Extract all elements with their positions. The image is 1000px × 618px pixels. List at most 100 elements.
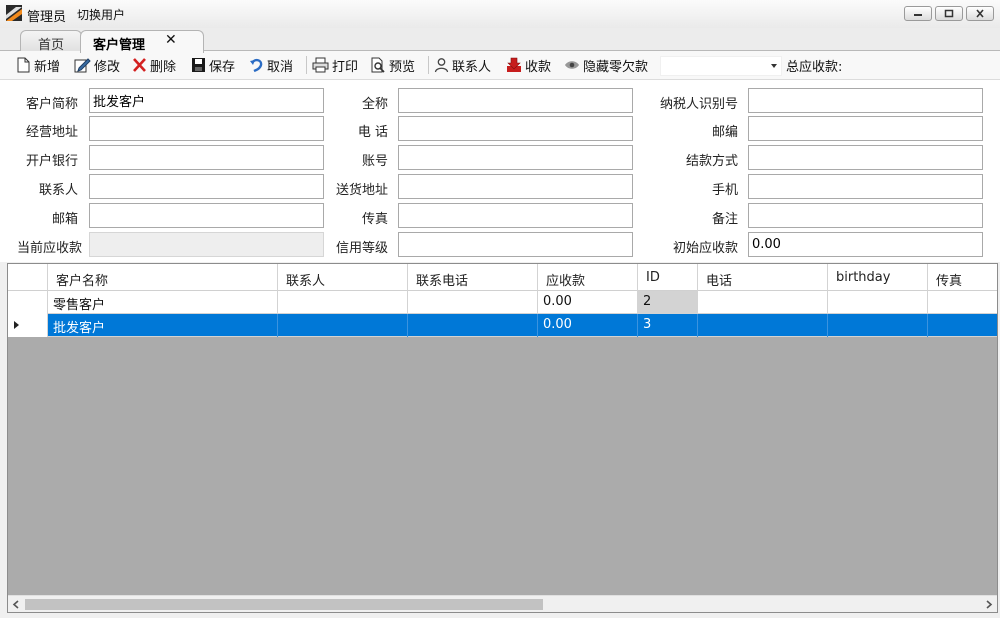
- dropdown-arrow-icon[interactable]: [771, 64, 777, 68]
- delete-button[interactable]: 删除: [132, 55, 176, 75]
- table-row[interactable]: 零售客户 0.00 2: [8, 291, 997, 314]
- cell-birthday[interactable]: [828, 314, 928, 337]
- account-input[interactable]: [398, 145, 633, 170]
- column-header-birthday[interactable]: birthday: [828, 264, 928, 291]
- title-bar: 管理员 切换用户: [0, 0, 1000, 28]
- cell-phone[interactable]: [698, 291, 828, 314]
- short-name-input[interactable]: [89, 88, 324, 113]
- cancel-button[interactable]: 取消: [249, 55, 293, 75]
- contact-label: 联系人: [38, 183, 78, 198]
- settlement-input[interactable]: [748, 145, 983, 170]
- initial-receivable-input[interactable]: [748, 232, 983, 257]
- filter-combobox[interactable]: [660, 56, 782, 76]
- email-input[interactable]: [89, 203, 324, 228]
- cell-contact[interactable]: [278, 314, 408, 337]
- cell-phone[interactable]: [698, 314, 828, 337]
- credit-level-input[interactable]: [398, 232, 633, 257]
- postcode-label: 邮编: [711, 125, 738, 140]
- customer-form: 客户简称 全称 纳税人识别号 经营地址 电 话 邮编 开户银行 账号 结款方式 …: [0, 80, 1000, 262]
- new-button[interactable]: 新增: [16, 55, 60, 75]
- close-window-button[interactable]: [966, 6, 994, 21]
- hide-zero-label: 隐藏零欠款: [583, 59, 649, 75]
- edit-button[interactable]: 修改: [74, 55, 120, 75]
- cell-receivable[interactable]: 0.00: [538, 314, 638, 337]
- tab-label: 客户管理: [93, 38, 146, 53]
- bank-label: 开户银行: [25, 154, 78, 169]
- maximize-button[interactable]: [935, 6, 963, 21]
- fax-label: 传真: [361, 212, 388, 227]
- short-name-label: 客户简称: [25, 97, 78, 112]
- row-header[interactable]: [8, 291, 48, 314]
- column-header-contact[interactable]: 联系人: [278, 264, 408, 291]
- download-icon: [507, 57, 521, 72]
- minimize-button[interactable]: [904, 6, 932, 21]
- tab-close-icon[interactable]: ✕: [165, 32, 177, 48]
- cell-contact[interactable]: [278, 291, 408, 314]
- contacts-button[interactable]: 联系人: [434, 55, 491, 75]
- tax-id-label: 纳税人识别号: [659, 97, 738, 112]
- cell-contact-phone[interactable]: [408, 314, 538, 337]
- column-header-id[interactable]: ID: [638, 264, 698, 291]
- cell-receivable[interactable]: 0.00: [538, 291, 638, 314]
- scroll-left-arrow-icon: [12, 600, 19, 609]
- cell-fax[interactable]: [928, 291, 997, 314]
- table-row-selected[interactable]: 批发客户 0.00 3: [8, 314, 997, 337]
- cell-contact-phone[interactable]: [408, 291, 538, 314]
- bank-input[interactable]: [89, 145, 324, 170]
- phone-input[interactable]: [398, 116, 633, 141]
- column-header-fax[interactable]: 传真: [928, 264, 997, 291]
- close-icon: [976, 9, 984, 18]
- full-name-input[interactable]: [398, 88, 633, 113]
- customer-grid[interactable]: 客户名称 联系人 联系电话 应收款 ID 电话 birthday 传真 零售客户…: [7, 263, 998, 613]
- address-label: 经营地址: [25, 125, 78, 140]
- tab-strip: 首页 客户管理 ✕: [0, 28, 1000, 53]
- preview-label: 预览: [389, 59, 416, 75]
- note-input[interactable]: [748, 203, 983, 228]
- delivery-address-input[interactable]: [398, 174, 633, 199]
- fax-input[interactable]: [398, 203, 633, 228]
- horizontal-scrollbar[interactable]: [8, 595, 997, 612]
- cell-customer-name[interactable]: 批发客户: [48, 314, 278, 337]
- tab-home[interactable]: 首页: [20, 30, 82, 53]
- tax-id-input[interactable]: [748, 88, 983, 113]
- eye-icon: [565, 61, 579, 69]
- postcode-input[interactable]: [748, 116, 983, 141]
- address-input[interactable]: [89, 116, 324, 141]
- cell-id[interactable]: 3: [638, 314, 698, 337]
- row-header[interactable]: [8, 314, 48, 337]
- cell-fax[interactable]: [928, 314, 997, 337]
- print-preview-icon: [371, 57, 385, 73]
- save-icon: [192, 58, 205, 72]
- hide-zero-debt-button[interactable]: 隐藏零欠款: [564, 55, 648, 75]
- receive-payment-button[interactable]: 收款: [506, 55, 551, 75]
- cell-id[interactable]: 2: [638, 291, 698, 314]
- scroll-thumb[interactable]: [25, 599, 543, 610]
- scroll-left-button[interactable]: [8, 596, 25, 613]
- print-button[interactable]: 打印: [312, 55, 358, 75]
- cancel-label: 取消: [267, 59, 294, 75]
- settlement-label: 结款方式: [685, 154, 738, 169]
- full-name-label: 全称: [361, 97, 388, 112]
- save-button[interactable]: 保存: [191, 55, 235, 75]
- preview-button[interactable]: 预览: [370, 55, 415, 75]
- grid-header: 客户名称 联系人 联系电话 应收款 ID 电话 birthday 传真: [8, 264, 997, 291]
- email-label: 邮箱: [51, 212, 78, 227]
- cell-birthday[interactable]: [828, 291, 928, 314]
- minimize-icon: [914, 14, 922, 16]
- tab-customer-management[interactable]: 客户管理 ✕: [80, 30, 204, 53]
- scroll-right-arrow-icon: [986, 600, 993, 609]
- cell-customer-name[interactable]: 零售客户: [48, 291, 278, 314]
- new-document-icon: [17, 57, 30, 73]
- mobile-input[interactable]: [748, 174, 983, 199]
- column-header-receivable[interactable]: 应收款: [538, 264, 638, 291]
- printer-icon: [312, 57, 329, 73]
- contact-input[interactable]: [89, 174, 324, 199]
- contacts-label: 联系人: [452, 59, 492, 75]
- switch-user-link[interactable]: 切换用户: [77, 6, 125, 23]
- column-header-customer-name[interactable]: 客户名称: [48, 264, 278, 291]
- scroll-right-button[interactable]: [980, 596, 997, 613]
- person-icon: [434, 58, 449, 73]
- delete-icon: [133, 58, 146, 72]
- column-header-phone[interactable]: 电话: [698, 264, 828, 291]
- column-header-contact-phone[interactable]: 联系电话: [408, 264, 538, 291]
